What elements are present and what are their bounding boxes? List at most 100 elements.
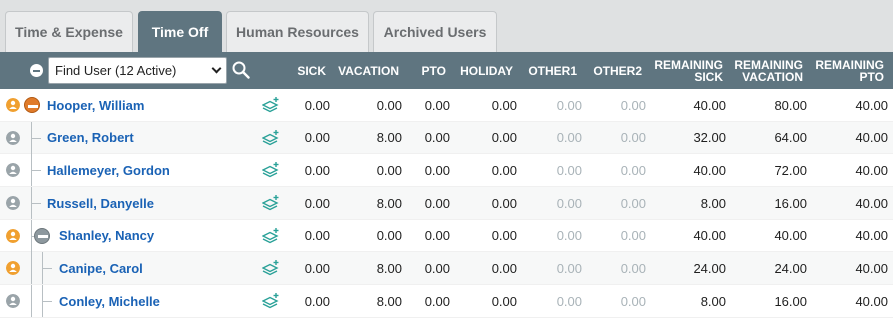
user-name-link[interactable]: Shanley, Nancy — [59, 220, 154, 252]
col-remaining-sick: REMAINING SICK — [648, 52, 723, 89]
cell-remaining-sick: 8.00 — [700, 195, 726, 211]
col-sick: SICK — [297, 63, 326, 78]
cell-other2: 0.00 — [620, 162, 646, 178]
user-name-link[interactable]: Russell, Danyelle — [47, 187, 154, 219]
user-status-icon — [6, 294, 20, 309]
cell-remaining-pto: 40.00 — [855, 293, 888, 309]
cell-pto: 0.00 — [424, 195, 450, 211]
cell-remaining-pto: 40.00 — [855, 130, 888, 146]
collapse-all-icon[interactable] — [30, 64, 43, 77]
col-remaining-pto-line2: PTO — [859, 69, 884, 84]
col-pto: PTO — [421, 63, 446, 78]
chevron-down-icon — [211, 63, 222, 74]
cell-remaining-pto: 40.00 — [855, 260, 888, 276]
find-user-selected-value: Find User (12 Active) — [55, 63, 177, 78]
user-status-icon — [6, 98, 20, 112]
user-status-icon — [6, 228, 20, 243]
col-vacation: VACATION — [338, 63, 399, 78]
cell-remaining-vacation: 16.00 — [774, 293, 807, 309]
cell-holiday: 0.00 — [491, 293, 517, 309]
col-remaining-vacation-line1: REMAINING — [734, 57, 803, 72]
cell-remaining-vacation: 24.00 — [774, 260, 807, 276]
search-icon[interactable] — [232, 61, 250, 79]
tab-bar: Time & Expense Time Off Human Resources … — [0, 0, 893, 52]
table-row: Canipe, Carol 0.00 8.00 0.00 0.00 0.00 0.00 24… — [0, 252, 893, 286]
col-remaining-vacation-line2: VACATION — [742, 69, 803, 84]
col-remaining-vacation: REMAINING VACATION — [728, 52, 803, 89]
cell-sick: 0.00 — [304, 260, 330, 276]
cell-other2: 0.00 — [620, 293, 646, 309]
cell-sick: 0.00 — [304, 130, 330, 146]
user-name-link[interactable]: Green, Robert — [47, 122, 134, 154]
cell-other1: 0.00 — [556, 260, 582, 276]
cell-remaining-vacation: 40.00 — [774, 228, 807, 244]
cell-remaining-pto: 40.00 — [855, 228, 888, 244]
cell-other1: 0.00 — [556, 97, 582, 113]
cell-pto: 0.00 — [424, 228, 450, 244]
cell-remaining-sick: 24.00 — [693, 260, 726, 276]
user-name-link[interactable]: Conley, Michelle — [59, 285, 160, 317]
user-name-link[interactable]: Canipe, Carol — [59, 252, 143, 284]
collapse-group-icon[interactable] — [34, 227, 50, 244]
cell-holiday: 0.00 — [491, 97, 517, 113]
cell-other2: 0.00 — [620, 260, 646, 276]
col-other2: OTHER2 — [593, 63, 642, 78]
cell-holiday: 0.00 — [491, 130, 517, 146]
cell-remaining-vacation: 80.00 — [774, 97, 807, 113]
cell-other1: 0.00 — [556, 130, 582, 146]
cell-holiday: 0.00 — [491, 162, 517, 178]
cell-pto: 0.00 — [424, 97, 450, 113]
cell-sick: 0.00 — [304, 195, 330, 211]
user-table-body: Hooper, William 0.00 0.00 0.00 0.00 0.00 0.00… — [0, 89, 893, 318]
cell-other2: 0.00 — [620, 130, 646, 146]
cell-remaining-sick: 40.00 — [693, 97, 726, 113]
cell-other2: 0.00 — [620, 97, 646, 113]
col-remaining-sick-line1: REMAINING — [654, 57, 723, 72]
cell-remaining-sick: 40.00 — [693, 162, 726, 178]
user-name-link[interactable]: Hallemeyer, Gordon — [47, 154, 170, 186]
col-remaining-sick-line2: SICK — [694, 69, 723, 84]
user-status-icon — [6, 196, 20, 211]
cell-holiday: 0.00 — [491, 195, 517, 211]
tab-human-resources[interactable]: Human Resources — [226, 11, 369, 52]
tree-line — [31, 252, 32, 285]
collapse-group-icon[interactable] — [24, 97, 40, 113]
cell-remaining-pto: 40.00 — [855, 162, 888, 178]
user-status-icon — [6, 130, 20, 145]
tree-branch — [31, 137, 41, 139]
tab-archived-users[interactable]: Archived Users — [373, 11, 497, 52]
cell-other2: 0.00 — [620, 228, 646, 244]
tree-branch — [42, 301, 52, 303]
table-row: Russell, Danyelle 0.00 8.00 0.00 0.00 0.00 0.… — [0, 187, 893, 220]
col-holiday: HOLIDAY — [460, 63, 513, 78]
cell-pto: 0.00 — [424, 162, 450, 178]
cell-remaining-vacation: 72.00 — [774, 162, 807, 178]
cell-sick: 0.00 — [304, 97, 330, 113]
tab-time-off[interactable]: Time Off — [138, 11, 222, 52]
user-name-link[interactable]: Hooper, William — [47, 89, 144, 121]
cell-remaining-pto: 40.00 — [855, 97, 888, 113]
cell-pto: 0.00 — [424, 293, 450, 309]
cell-pto: 0.00 — [424, 130, 450, 146]
tree-branch — [42, 268, 52, 270]
cell-remaining-sick: 40.00 — [693, 228, 726, 244]
col-other1: OTHER1 — [528, 63, 577, 78]
cell-other1: 0.00 — [556, 293, 582, 309]
tab-time-expense[interactable]: Time & Expense — [5, 11, 133, 52]
cell-remaining-sick: 32.00 — [693, 130, 726, 146]
cell-sick: 0.00 — [304, 228, 330, 244]
cell-other1: 0.00 — [556, 162, 582, 178]
user-status-icon — [6, 261, 20, 276]
cell-other1: 0.00 — [556, 195, 582, 211]
col-remaining-pto-line1: REMAINING — [815, 57, 884, 72]
table-row: Shanley, Nancy 0.00 0.00 0.00 0.00 0.00 0.00 4… — [0, 219, 893, 253]
tree-line — [31, 285, 32, 318]
find-user-select[interactable]: Find User (12 Active) — [48, 57, 227, 84]
cell-remaining-vacation: 64.00 — [774, 130, 807, 146]
cell-holiday: 0.00 — [491, 260, 517, 276]
cell-holiday: 0.00 — [491, 228, 517, 244]
table-header: Find User (12 Active) SICK VACATION PTO … — [0, 52, 893, 89]
user-status-icon — [6, 163, 20, 178]
cell-remaining-pto: 40.00 — [855, 195, 888, 211]
cell-sick: 0.00 — [304, 162, 330, 178]
